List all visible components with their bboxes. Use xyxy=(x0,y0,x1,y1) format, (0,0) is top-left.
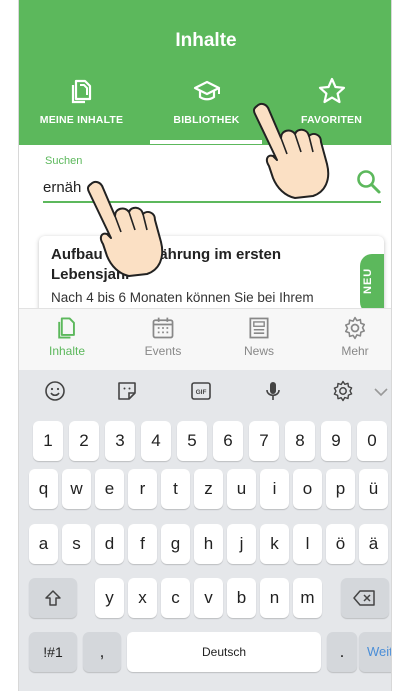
comma-key[interactable]: , xyxy=(83,632,121,672)
sticker-icon[interactable] xyxy=(115,379,139,403)
key[interactable]: l xyxy=(293,524,322,564)
key[interactable]: q xyxy=(29,469,58,509)
period-key[interactable]: . xyxy=(327,632,357,672)
nav-label: Inhalte xyxy=(48,344,86,358)
graduation-cap-icon xyxy=(193,80,220,101)
documents-icon xyxy=(58,317,75,339)
backspace-key[interactable] xyxy=(341,578,389,618)
key[interactable]: 8 xyxy=(285,421,315,461)
svg-text:GIF: GIF xyxy=(196,389,207,396)
chevron-down-icon[interactable] xyxy=(371,379,391,403)
nav-label: Events xyxy=(144,344,182,358)
key[interactable]: 4 xyxy=(141,421,171,461)
key[interactable]: o xyxy=(293,469,322,509)
key[interactable]: ö xyxy=(326,524,355,564)
emoji-icon[interactable] xyxy=(43,379,67,403)
key[interactable]: i xyxy=(260,469,289,509)
key[interactable]: f xyxy=(128,524,157,564)
tab-meine-inhalte[interactable]: MEINE INHALTE xyxy=(19,74,144,144)
symbols-key[interactable]: !#1 xyxy=(29,632,77,672)
key[interactable]: d xyxy=(95,524,124,564)
hand-pointer-icon xyxy=(252,102,330,199)
key[interactable]: j xyxy=(227,524,256,564)
key[interactable]: m xyxy=(293,578,322,618)
key[interactable]: b xyxy=(227,578,256,618)
nav-item-inhalte[interactable]: Inhalte xyxy=(27,315,107,358)
calendar-icon xyxy=(152,317,174,339)
backspace-icon xyxy=(353,590,375,606)
settings-icon[interactable] xyxy=(331,379,355,403)
key[interactable]: v xyxy=(194,578,223,618)
space-key[interactable]: Deutsch xyxy=(127,632,321,672)
key[interactable]: 3 xyxy=(105,421,135,461)
key[interactable]: ä xyxy=(359,524,388,564)
key[interactable]: h xyxy=(194,524,223,564)
key[interactable]: g xyxy=(161,524,190,564)
key[interactable]: e xyxy=(95,469,124,509)
keyboard: GIF 1 2 3 4 5 6 7 8 9 0 q w e r t z u i … xyxy=(19,370,391,691)
key[interactable]: 6 xyxy=(213,421,243,461)
key[interactable]: ü xyxy=(359,469,388,509)
tab-label: MEINE INHALTE xyxy=(39,114,124,126)
documents-icon xyxy=(71,79,91,104)
key[interactable]: w xyxy=(62,469,91,509)
key[interactable]: p xyxy=(326,469,355,509)
bottom-navigation: Inhalte Events News Mehr xyxy=(19,308,391,370)
key[interactable]: y xyxy=(95,578,124,618)
nav-item-mehr[interactable]: Mehr xyxy=(315,315,391,358)
new-badge: NEU xyxy=(360,254,384,314)
keyboard-toolbar: GIF xyxy=(19,370,391,412)
key[interactable]: t xyxy=(161,469,190,509)
nav-label: News xyxy=(243,344,274,358)
key[interactable]: 5 xyxy=(177,421,207,461)
new-badge-label: NEU xyxy=(362,267,374,294)
key[interactable]: s xyxy=(62,524,91,564)
shift-key[interactable] xyxy=(29,578,77,618)
key[interactable]: r xyxy=(128,469,157,509)
key[interactable]: 1 xyxy=(33,421,63,461)
nav-item-events[interactable]: Events xyxy=(123,315,203,358)
key[interactable]: n xyxy=(260,578,289,618)
microphone-icon[interactable] xyxy=(261,379,285,403)
nav-label: Mehr xyxy=(341,344,369,358)
hand-pointer-icon xyxy=(86,180,164,277)
key[interactable]: 2 xyxy=(69,421,99,461)
nav-item-news[interactable]: News xyxy=(219,315,299,358)
key[interactable]: 9 xyxy=(321,421,351,461)
page-title: Inhalte xyxy=(175,30,237,51)
newspaper-icon xyxy=(249,317,269,339)
gear-icon xyxy=(344,316,366,340)
search-icon[interactable] xyxy=(355,168,383,196)
key[interactable]: x xyxy=(128,578,157,618)
key[interactable]: z xyxy=(194,469,223,509)
search-label: Suchen xyxy=(45,155,83,167)
enter-key[interactable]: Weiter xyxy=(359,632,391,672)
key[interactable]: a xyxy=(29,524,58,564)
key[interactable]: c xyxy=(161,578,190,618)
key[interactable]: k xyxy=(260,524,289,564)
key[interactable]: 0 xyxy=(357,421,387,461)
card-text: Nach 4 bis 6 Monaten können Sie bei Ihre… xyxy=(51,290,314,305)
gif-icon[interactable]: GIF xyxy=(189,379,213,403)
key[interactable]: 7 xyxy=(249,421,279,461)
key[interactable]: u xyxy=(227,469,256,509)
shift-icon xyxy=(45,590,61,606)
active-tab-indicator xyxy=(150,140,262,144)
app-screen: Inhalte MEINE INHALTE BIBLIOTHEK FAVORIT… xyxy=(18,0,392,691)
